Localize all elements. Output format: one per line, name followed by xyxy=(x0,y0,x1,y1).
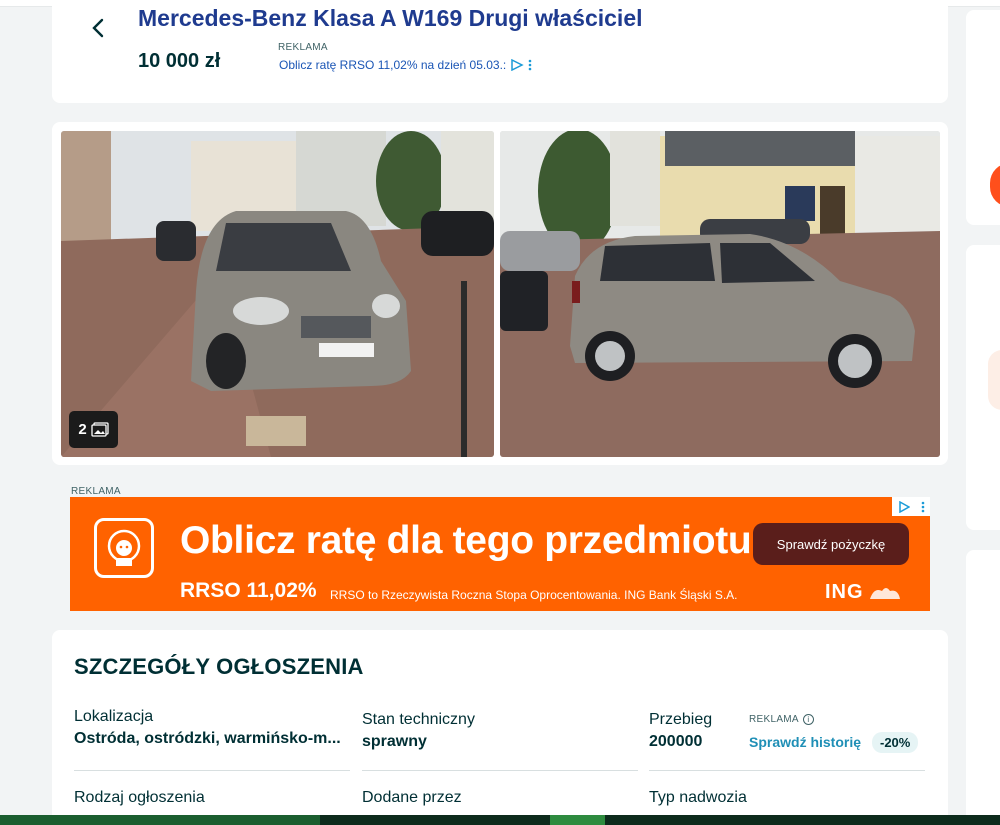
adchoices-icon[interactable] xyxy=(898,500,910,513)
back-button[interactable] xyxy=(84,14,112,42)
field-label: Lokalizacja xyxy=(74,708,154,725)
field-label: Typ nadwozia xyxy=(649,789,747,806)
side-panel-card xyxy=(966,245,1000,530)
field-condition: Stan techniczny sprawny xyxy=(362,711,638,751)
lion-logo-icon xyxy=(94,518,154,578)
ing-brand-text: ING xyxy=(825,581,864,603)
field-label: Stan techniczny xyxy=(362,711,475,728)
more-options-icon[interactable] xyxy=(528,59,532,71)
check-loan-button[interactable]: Sprawdź pożyczkę xyxy=(753,523,909,565)
divider xyxy=(649,770,925,771)
info-icon[interactable]: i xyxy=(802,714,814,725)
banner-ad-label: REKLAMA xyxy=(71,486,121,497)
photo-count-value: 2 xyxy=(78,421,87,438)
history-ad-label: REKLAMA i xyxy=(749,714,814,725)
divider xyxy=(74,770,350,771)
field-label: Przebieg xyxy=(649,711,713,728)
chevron-left-icon xyxy=(92,18,104,38)
more-options-icon[interactable] xyxy=(921,501,925,513)
side-orange-badge xyxy=(990,163,1000,207)
field-listing-type: Rodzaj ogłoszenia xyxy=(74,789,350,807)
check-history-link[interactable]: Sprawdź historię xyxy=(749,734,861,750)
field-value: 200000 xyxy=(649,733,703,750)
field-added-by: Dodane przez xyxy=(362,789,638,807)
side-avatar xyxy=(988,350,1000,410)
banner-adchoices[interactable] xyxy=(892,497,930,516)
ad-link[interactable]: Oblicz ratę RRSO 11,02% na dzień 05.03.: xyxy=(279,58,532,72)
field-value: Ostróda, ostródzki, warmińsko-m... xyxy=(74,730,341,747)
history-ad-label-text: REKLAMA xyxy=(749,714,799,726)
field-label: Dodane przez xyxy=(362,789,462,806)
discount-badge: -20% xyxy=(872,732,919,753)
ing-lion-icon xyxy=(869,587,900,599)
banner-headline: Oblicz ratę dla tego przedmiotu xyxy=(180,519,752,562)
ad-label: REKLAMA xyxy=(278,42,328,53)
field-label: Rodzaj ogłoszenia xyxy=(74,789,205,806)
ing-loan-banner[interactable]: Oblicz ratę dla tego przedmiotu Sprawdź … xyxy=(70,497,930,611)
field-mileage: Przebieg 200000 xyxy=(649,711,749,751)
side-panel-card xyxy=(966,10,1000,225)
photos-icon xyxy=(91,422,109,437)
field-body-type: Typ nadwozia xyxy=(649,789,925,807)
listing-price: 10 000 zł xyxy=(138,50,221,72)
banner-rrso: RRSO 11,02% xyxy=(180,579,317,602)
field-location: Lokalizacja Ostróda, ostródzki, warmińsk… xyxy=(74,708,350,748)
divider xyxy=(362,770,638,771)
bottom-strip xyxy=(0,815,1000,825)
car-photo-front[interactable] xyxy=(61,131,494,457)
side-panel-card xyxy=(966,550,1000,825)
listing-title: Mercedes-Benz Klasa A W169 Drugi właścic… xyxy=(138,5,643,31)
details-heading: SZCZEGÓŁY OGŁOSZENIA xyxy=(74,654,364,679)
adchoices-icon[interactable] xyxy=(510,59,524,71)
banner-fine-print: RRSO to Rzeczywista Roczna Stopa Oprocen… xyxy=(330,588,738,602)
ad-link-text: Oblicz ratę RRSO 11,02% na dzień 05.03.: xyxy=(279,58,507,72)
ing-brand: ING xyxy=(825,581,902,604)
car-photo-side[interactable] xyxy=(500,131,940,457)
field-value: sprawny xyxy=(362,733,427,750)
photo-count-badge[interactable]: 2 xyxy=(69,411,118,448)
